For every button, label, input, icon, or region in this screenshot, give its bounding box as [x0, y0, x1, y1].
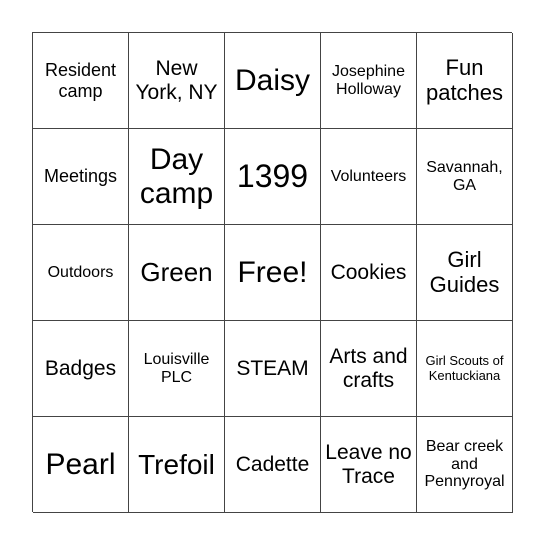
- bingo-cell[interactable]: Badges: [33, 321, 129, 417]
- bingo-cell[interactable]: Girl Scouts of Kentuckiana: [417, 321, 513, 417]
- bingo-cell[interactable]: Trefoil: [129, 417, 225, 513]
- bingo-cell[interactable]: Louisville PLC: [129, 321, 225, 417]
- bingo-cell[interactable]: Leave no Trace: [321, 417, 417, 513]
- free-space-cell[interactable]: Free!: [225, 225, 321, 321]
- bingo-cell[interactable]: Green: [129, 225, 225, 321]
- bingo-cell[interactable]: Josephine Holloway: [321, 33, 417, 129]
- bingo-cell[interactable]: Cookies: [321, 225, 417, 321]
- bingo-cell[interactable]: Pearl: [33, 417, 129, 513]
- bingo-cell[interactable]: Resident camp: [33, 33, 129, 129]
- bingo-cell[interactable]: Girl Guides: [417, 225, 513, 321]
- bingo-cell[interactable]: Outdoors: [33, 225, 129, 321]
- bingo-cell[interactable]: Daisy: [225, 33, 321, 129]
- bingo-board: Resident camp New York, NY Daisy Josephi…: [32, 32, 513, 513]
- bingo-cell[interactable]: Meetings: [33, 129, 129, 225]
- bingo-cell[interactable]: Savannah, GA: [417, 129, 513, 225]
- bingo-cell[interactable]: STEAM: [225, 321, 321, 417]
- bingo-cell[interactable]: New York, NY: [129, 33, 225, 129]
- bingo-cell[interactable]: Day camp: [129, 129, 225, 225]
- bingo-cell[interactable]: Bear creek and Pennyroyal: [417, 417, 513, 513]
- bingo-cell[interactable]: Volunteers: [321, 129, 417, 225]
- bingo-cell[interactable]: Fun patches: [417, 33, 513, 129]
- bingo-cell[interactable]: Arts and crafts: [321, 321, 417, 417]
- bingo-cell[interactable]: 1399: [225, 129, 321, 225]
- bingo-cell[interactable]: Cadette: [225, 417, 321, 513]
